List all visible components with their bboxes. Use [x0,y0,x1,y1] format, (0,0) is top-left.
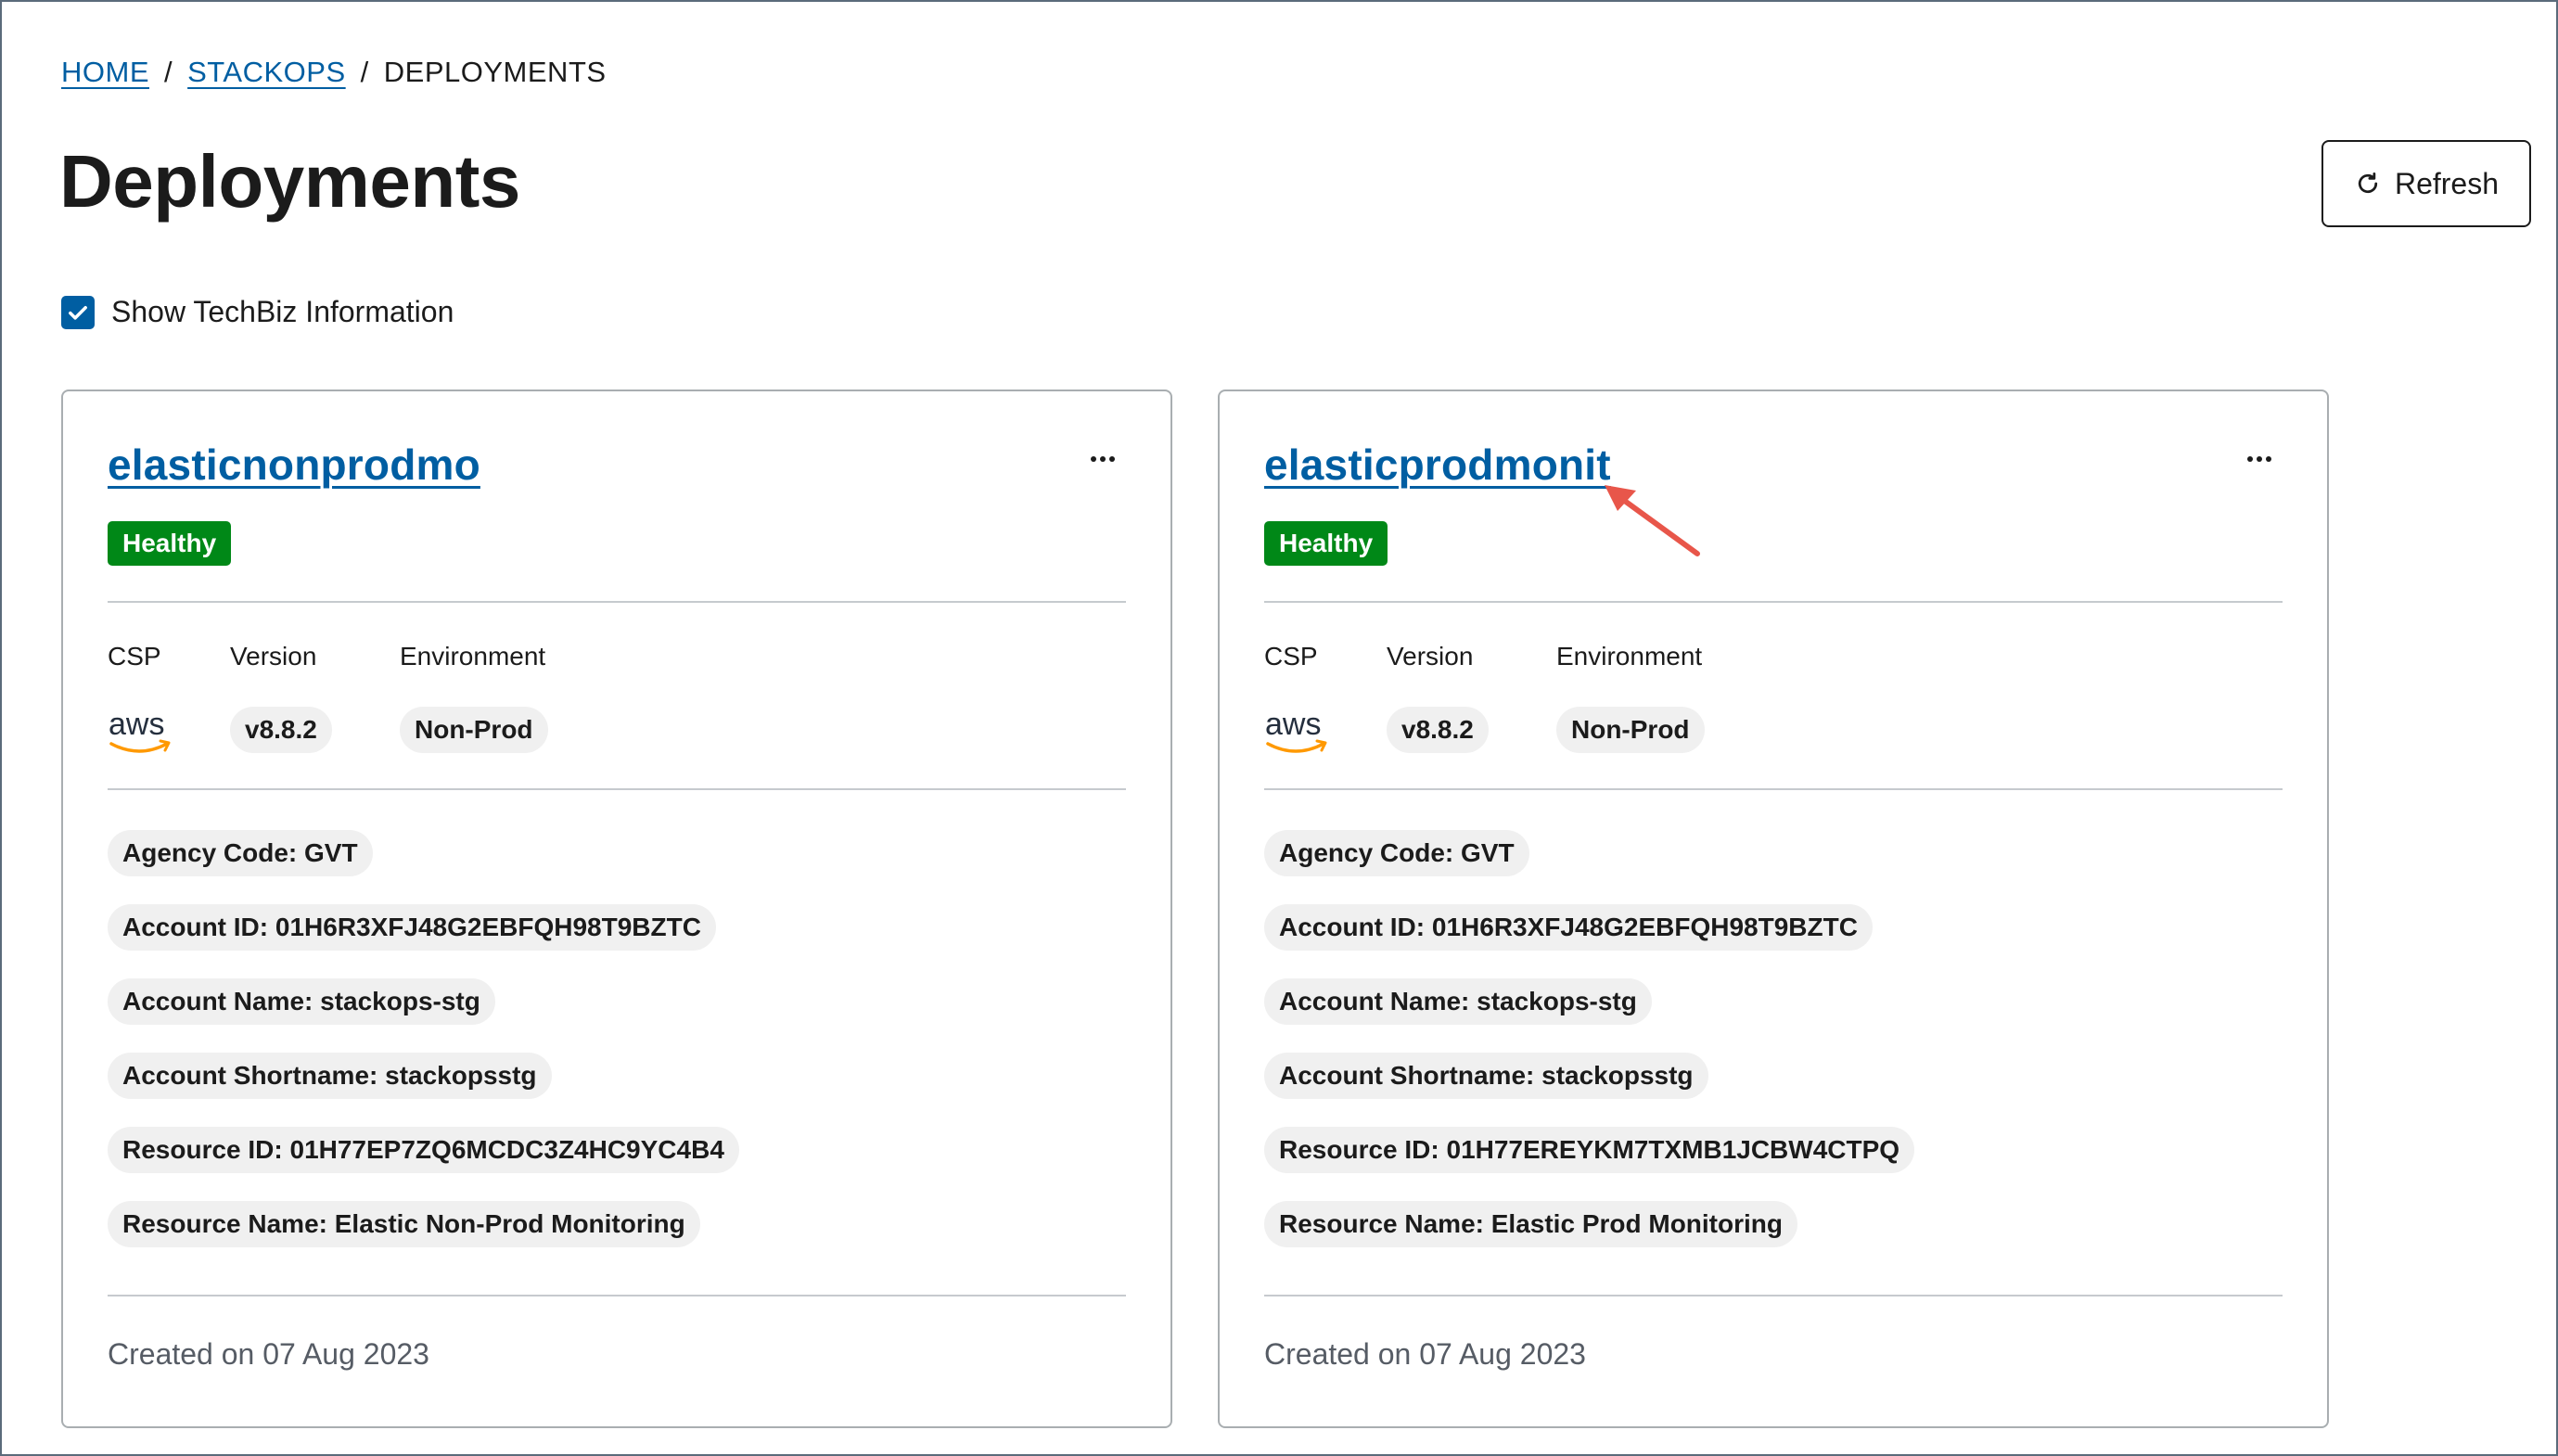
deployment-name-link[interactable]: elasticprodmonit [1264,440,1611,490]
agency-code-chip: Agency Code: GVT [1264,830,1529,876]
show-techbiz-checkbox[interactable] [61,295,95,329]
refresh-button[interactable]: Refresh [2321,140,2531,227]
account-shortname-chip: Account Shortname: stackopsstg [108,1053,552,1099]
breadcrumb-stackops-link[interactable]: STACKOPS [187,56,346,89]
status-badge: Healthy [1264,521,1388,566]
environment-label: Environment [1556,642,1703,671]
account-id-chip: Account ID: 01H6R3XFJ48G2EBFQH98T9BZTC [1264,904,1873,951]
annotation-arrow-icon [1605,485,1700,556]
breadcrumb-separator: / [360,56,369,88]
created-date: Created on 07 Aug 2023 [1264,1337,1586,1371]
divider [108,1295,1126,1296]
resource-name-chip: Resource Name: Elastic Non-Prod Monitori… [108,1201,700,1247]
resource-name-chip: Resource Name: Elastic Prod Monitoring [1264,1201,1797,1247]
environment-value: Non-Prod [1556,707,1705,753]
environment-label: Environment [400,642,546,671]
environment-value: Non-Prod [400,707,548,753]
breadcrumb-current: DEPLOYMENTS [383,56,607,88]
deployment-name-link[interactable]: elasticnonprodmo [108,440,480,490]
divider [108,601,1126,603]
resource-id-chip: Resource ID: 01H77EP7ZQ6MCDC3Z4HC9YC4B4 [108,1127,739,1173]
breadcrumb-separator: / [164,56,173,88]
aws-logo-text: aws [1265,707,1321,742]
divider [1264,788,2283,790]
csp-label: CSP [1264,642,1318,671]
divider [1264,601,2283,603]
divider [1264,1295,2283,1296]
more-horizontal-icon [2247,456,2271,462]
csp-label: CSP [108,642,161,671]
created-date: Created on 07 Aug 2023 [108,1337,429,1371]
deployment-card: elasticprodmonit Healthy CSP Version Env… [1218,390,2329,1428]
version-value: v8.8.2 [1387,707,1489,753]
resource-id-chip: Resource ID: 01H77EREYKM7TXMB1JCBW4CTPQ [1264,1127,1915,1173]
show-techbiz-toggle[interactable]: Show TechBiz Information [61,295,454,329]
aws-logo-text: aws [109,707,164,742]
divider [108,788,1126,790]
version-label: Version [230,642,317,671]
checkmark-icon [69,305,87,320]
breadcrumb: HOME / STACKOPS / DEPLOYMENTS [61,56,607,89]
breadcrumb-home-link[interactable]: HOME [61,56,149,89]
aws-logo-icon: aws [109,707,171,753]
version-value: v8.8.2 [230,707,332,753]
account-name-chip: Account Name: stackops-stg [1264,978,1652,1025]
refresh-icon [2358,172,2378,194]
account-name-chip: Account Name: stackops-stg [108,978,495,1025]
deployment-card: elasticnonprodmo Healthy CSP Version Env… [61,390,1172,1428]
more-options-button[interactable] [1080,445,1126,473]
agency-code-chip: Agency Code: GVT [108,830,373,876]
show-techbiz-label: Show TechBiz Information [111,295,454,328]
aws-logo-icon: aws [1265,707,1327,753]
account-id-chip: Account ID: 01H6R3XFJ48G2EBFQH98T9BZTC [108,904,716,951]
more-options-button[interactable] [2236,445,2283,473]
status-badge: Healthy [108,521,232,566]
version-label: Version [1387,642,1474,671]
more-horizontal-icon [1091,456,1115,462]
account-shortname-chip: Account Shortname: stackopsstg [1264,1053,1708,1099]
refresh-label: Refresh [2394,166,2500,200]
page-title: Deployments [59,140,520,223]
